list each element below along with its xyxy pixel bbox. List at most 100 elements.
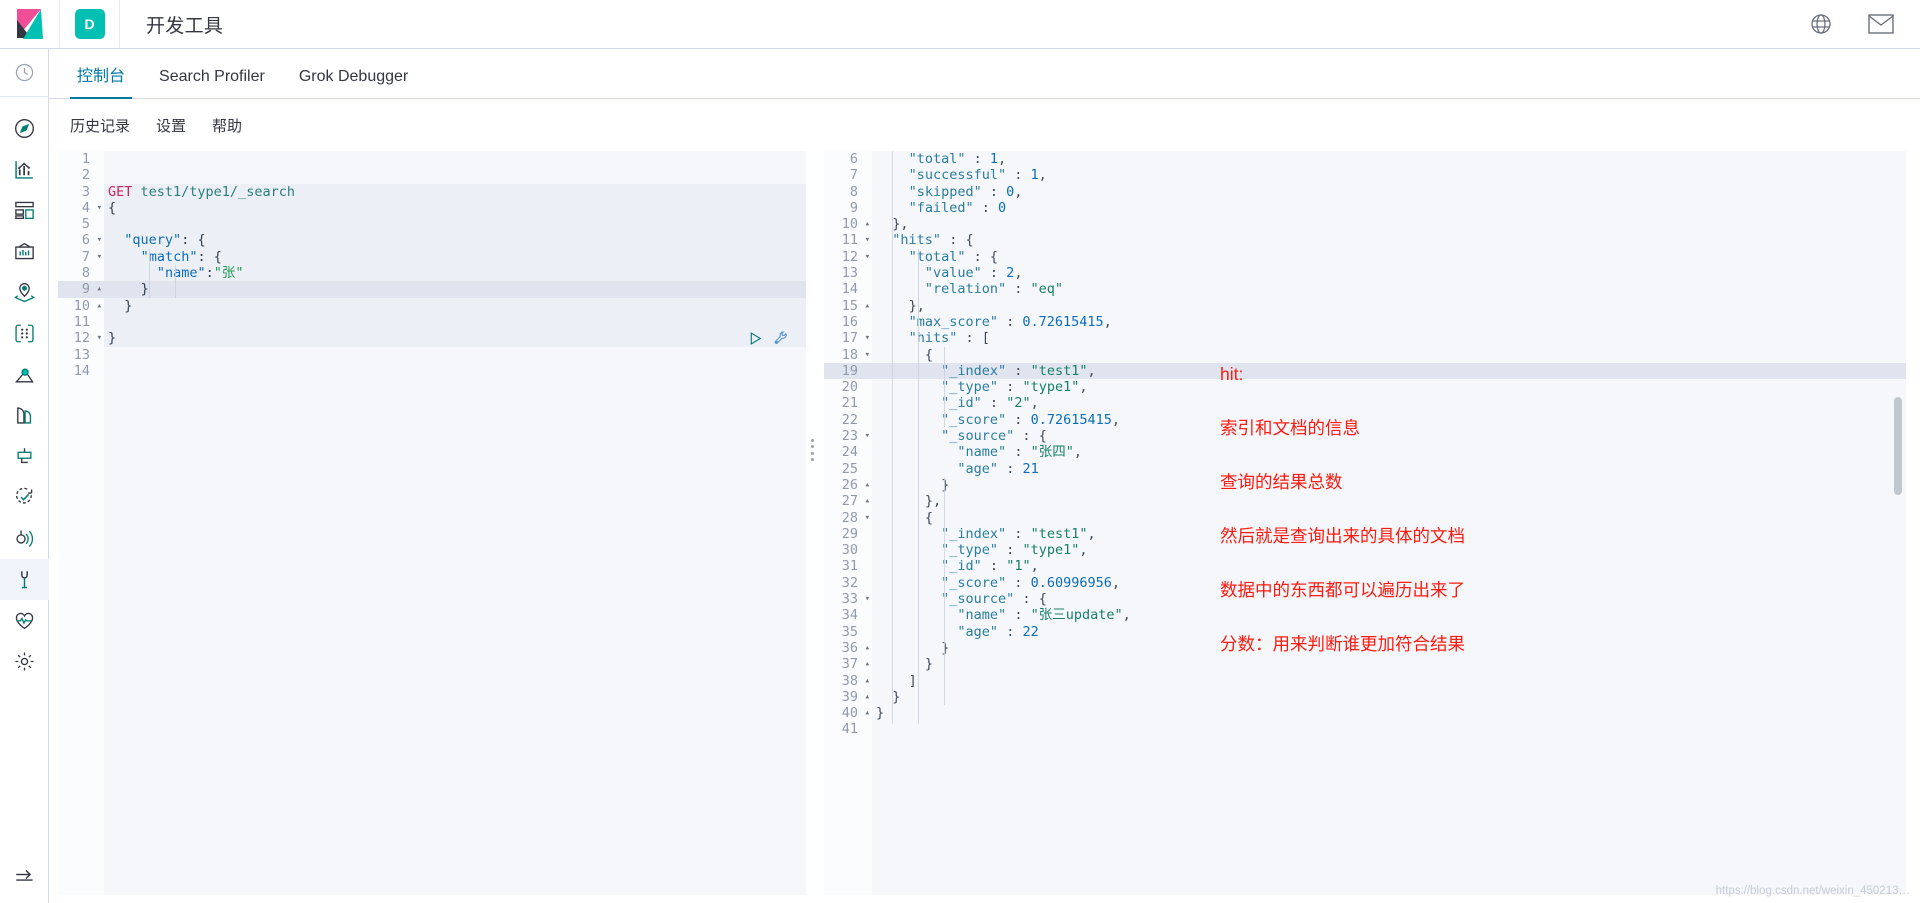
fold-toggle-icon[interactable]: ▴ — [865, 706, 870, 720]
main-content: 控制台 Search Profiler Grok Debugger 历史记录 设… — [49, 49, 1920, 903]
tab-grok-debugger[interactable]: Grok Debugger — [282, 69, 425, 98]
gutter-line: 34 — [841, 607, 858, 624]
gutter-line: 39 ▴ — [841, 688, 870, 705]
gutter-line: 35 — [841, 623, 858, 640]
response-scrollbar-thumb[interactable] — [1894, 397, 1902, 495]
fold-toggle-icon[interactable]: ▾ — [865, 348, 870, 362]
gutter-line: 3 — [81, 183, 90, 200]
fold-toggle-icon[interactable]: ▾ — [97, 201, 102, 215]
request-code[interactable]: GET test1/type1/_search{ "query": { "mat… — [104, 151, 806, 895]
history-button[interactable]: 历史记录 — [70, 115, 130, 136]
fold-toggle-icon[interactable]: ▾ — [865, 429, 870, 443]
gutter-line: 6 — [849, 151, 858, 167]
gutter-line: 5 — [81, 216, 90, 233]
mail-icon[interactable] — [1868, 11, 1894, 37]
gutter-line: 11 ▾ — [841, 232, 870, 249]
fold-toggle-icon[interactable]: ▾ — [865, 250, 870, 264]
sidebar-item-machine-learning[interactable] — [0, 313, 49, 354]
fold-toggle-icon[interactable]: ▴ — [865, 674, 870, 688]
response-scrollbar-track[interactable] — [1894, 151, 1904, 895]
code-line: } — [104, 281, 806, 298]
sidebar-item-discover[interactable] — [0, 108, 49, 149]
gutter-line: 15 ▴ — [841, 297, 870, 314]
gutter-line: 13 — [841, 265, 858, 282]
sidebar-item-dashboard[interactable] — [0, 190, 49, 231]
settings-button[interactable]: 设置 — [156, 115, 186, 136]
sidebar-item-dev-tools[interactable] — [0, 559, 49, 600]
code-line: "name":"张" — [104, 265, 806, 282]
sidebar-item-siem[interactable] — [0, 518, 49, 559]
space-avatar-button[interactable]: D — [60, 0, 120, 48]
gutter-line: 9 ▴ — [58, 281, 104, 298]
clock-icon — [14, 62, 35, 83]
kibana-logo[interactable] — [0, 0, 60, 48]
sidebar-item-recently-viewed[interactable] — [0, 49, 49, 97]
fold-toggle-icon[interactable]: ▴ — [865, 478, 870, 492]
fold-toggle-icon[interactable]: ▾ — [865, 233, 870, 247]
sidebar-item-maps[interactable] — [0, 272, 49, 313]
code-line — [104, 216, 806, 233]
sidebar-item-collapse-nav[interactable] — [0, 854, 49, 895]
sidebar-item-visualize[interactable] — [0, 149, 49, 190]
code-line: }, — [892, 216, 909, 233]
wrench-icon — [13, 568, 36, 591]
gutter-line: 20 — [841, 379, 858, 396]
tab-search-profiler[interactable]: Search Profiler — [142, 69, 282, 98]
canvas-icon — [13, 240, 36, 263]
gutter-line: 26 ▴ — [841, 476, 870, 493]
annotation-line-3: 查询的结果总数 — [1220, 472, 1343, 492]
gutter-line: 37 ▴ — [841, 656, 870, 673]
sidebar-item-apm[interactable] — [0, 436, 49, 477]
watermark-text: https://blog.csdn.net/weixin_450213… — [1715, 885, 1910, 897]
fold-toggle-icon[interactable]: ▴ — [865, 690, 870, 704]
fold-toggle-icon[interactable]: ▴ — [865, 217, 870, 231]
fold-toggle-icon[interactable]: ▾ — [97, 250, 102, 264]
gutter-line: 8 — [81, 265, 90, 282]
fold-toggle-icon[interactable]: ▾ — [97, 331, 102, 345]
sidebar-item-logs[interactable] — [0, 395, 49, 436]
help-button[interactable]: 帮助 — [212, 115, 242, 136]
tab-console[interactable]: 控制台 — [60, 69, 142, 99]
request-editor-pane[interactable]: 1 2 3 4 ▾ 5 6 ▾ 7 ▾ 8 9 ▴ 10 ▴ 11 12 ▾ 13 14 GET test1/type… — [58, 151, 806, 895]
send-request-button[interactable] — [748, 331, 763, 346]
space-initial: D — [74, 9, 105, 39]
fold-toggle-icon[interactable]: ▴ — [865, 641, 870, 655]
open-documentation-button[interactable] — [773, 330, 789, 346]
fold-toggle-icon[interactable]: ▴ — [865, 657, 870, 671]
annotation-overlay: hit: 索引和文档的信息 查询的结果总数 然后就是查询出来的具体的文档 数据中… — [1220, 334, 1680, 685]
pane-resize-handle[interactable] — [806, 151, 824, 903]
dev-tools-tabs: 控制台 Search Profiler Grok Debugger — [49, 49, 1920, 99]
annotation-line-5: 数据中的东西都可以遍历出来了 — [1220, 580, 1465, 600]
fold-toggle-icon[interactable]: ▴ — [865, 494, 870, 508]
fold-toggle-icon[interactable]: ▾ — [97, 233, 102, 247]
gutter-line: 13 — [73, 346, 90, 363]
gutter-line: 33 ▾ — [841, 591, 870, 608]
fold-toggle-icon[interactable]: ▾ — [865, 511, 870, 525]
help-globe-icon[interactable] — [1808, 11, 1834, 37]
gutter-line: 14 — [73, 362, 90, 379]
fold-toggle-icon[interactable]: ▴ — [97, 299, 102, 313]
sidebar-item-management[interactable] — [0, 641, 49, 682]
sidebar-item-infrastructure[interactable] — [0, 354, 49, 395]
fold-toggle-icon[interactable]: ▴ — [865, 299, 870, 313]
ml-dots-icon — [13, 322, 36, 345]
gutter-line: 41 — [841, 721, 858, 738]
sidebar-item-uptime[interactable] — [0, 477, 49, 518]
gear-icon — [13, 650, 36, 673]
gutter-line: 31 — [841, 558, 858, 575]
fold-toggle-icon[interactable]: ▾ — [865, 331, 870, 345]
gutter-line: 29 — [841, 525, 858, 542]
code-line: "successful" : 1, — [908, 167, 1047, 184]
sidebar-item-canvas[interactable] — [0, 231, 49, 272]
fold-toggle-icon[interactable]: ▾ — [865, 592, 870, 606]
app-header: D 开发工具 — [0, 0, 1920, 49]
fold-toggle-icon[interactable]: ▴ — [97, 282, 102, 296]
gutter-line: 38 ▴ — [841, 672, 870, 689]
gutter-line: 36 ▴ — [841, 639, 870, 656]
request-editor[interactable]: 1 2 3 4 ▾ 5 6 ▾ 7 ▾ 8 9 ▴ 10 ▴ 11 12 ▾ 13 14 GET test1/type… — [58, 151, 806, 895]
gutter-line: 10 ▴ — [73, 297, 102, 314]
sidebar-item-monitoring[interactable] — [0, 600, 49, 641]
